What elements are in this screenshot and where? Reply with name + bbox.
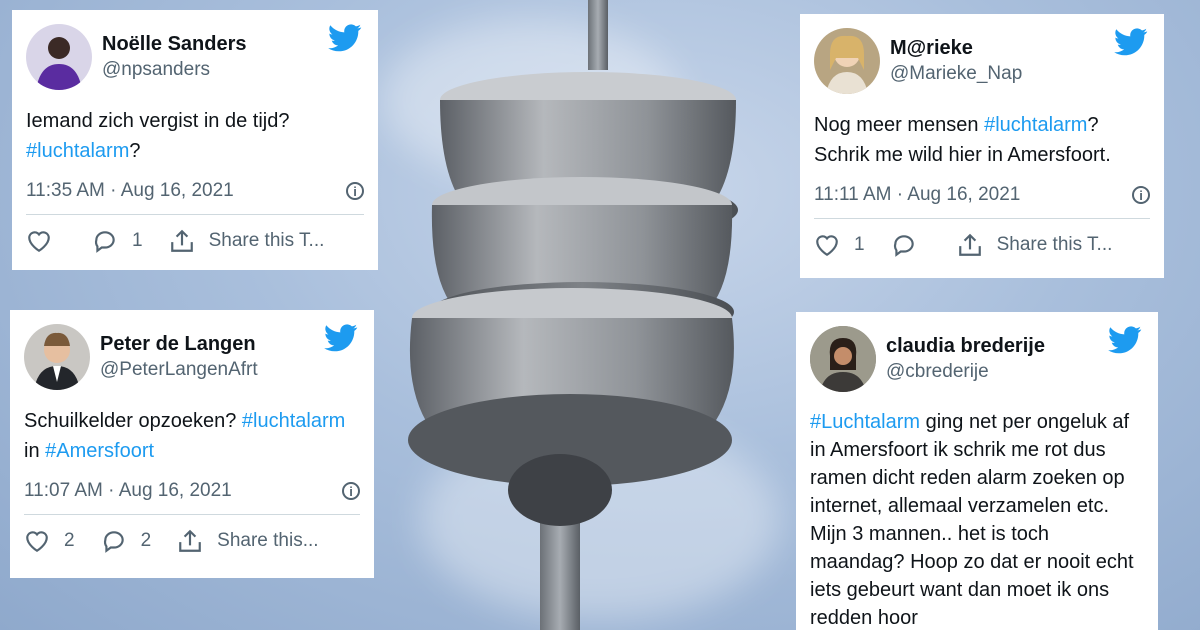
reply-count: 2 (140, 530, 152, 551)
like-button[interactable]: 2 (24, 529, 75, 553)
share-upload-icon (179, 529, 201, 552)
share-upload-icon (958, 233, 981, 256)
info-icon[interactable]: i (342, 482, 360, 500)
avatar[interactable] (810, 326, 876, 392)
author-handle[interactable]: @PeterLangenAfrt (100, 357, 360, 383)
tweet-actions: 2 2 Share this... (24, 529, 360, 553)
author-handle[interactable]: @Marieke_Nap (890, 61, 1150, 87)
like-count: 1 (854, 234, 865, 255)
share-button[interactable]: Share this T... (169, 229, 325, 253)
share-label: Share this... (217, 530, 319, 551)
avatar[interactable] (26, 24, 92, 90)
tweet-meta: 11:35 AM · Aug 16, 2021 i (26, 180, 364, 215)
share-button[interactable]: Share this T... (957, 233, 1113, 257)
twitter-bird-icon[interactable] (324, 324, 358, 352)
tweet-card[interactable]: Peter de Langen @PeterLangenAfrt Schuilk… (10, 310, 374, 578)
heart-icon (816, 235, 838, 257)
tweet-meta: 11:11 AM · Aug 16, 2021 i (814, 184, 1150, 219)
tweet-header: Peter de Langen @PeterLangenAfrt (24, 322, 360, 392)
tweet-text: Nog meer mensen #luchtalarm? Schrik me w… (814, 110, 1150, 170)
tweet-actions: 1 Share this T... (814, 233, 1150, 257)
share-button[interactable]: Share this... (177, 529, 319, 553)
text-segment: ging net per ongeluk af in Amersfoort ik… (810, 411, 1134, 629)
reply-bubble-icon (94, 231, 115, 253)
hashtag-link[interactable]: #luchtalarm (984, 114, 1087, 136)
reply-button[interactable] (891, 233, 931, 257)
like-count: 2 (64, 530, 75, 551)
tweet-text: Schuilkelder opzoeken? #luchtalarm in #A… (24, 406, 360, 466)
tweet-text: #Luchtalarm ging net per ongeluk af in A… (810, 408, 1144, 630)
hashtag-link[interactable]: #luchtalarm (26, 140, 129, 162)
author-handle[interactable]: @cbrederije (886, 359, 1144, 385)
reply-bubble-icon (103, 531, 124, 553)
hashtag-link[interactable]: #luchtalarm (242, 410, 345, 432)
reply-button[interactable]: 2 (101, 529, 152, 553)
text-segment: Nog meer mensen (814, 114, 985, 136)
author-name[interactable]: M@rieke (890, 35, 1150, 61)
reply-bubble-icon (893, 235, 914, 257)
tweet-card[interactable]: Noëlle Sanders @npsanders Iemand zich ve… (12, 10, 378, 270)
like-button[interactable]: 1 (814, 233, 865, 257)
timestamp[interactable]: 11:07 AM · Aug 16, 2021 (24, 480, 232, 502)
share-label: Share this T... (996, 234, 1113, 255)
avatar[interactable] (814, 28, 880, 94)
tweet-text: Iemand zich vergist in de tijd? #luchtal… (26, 106, 364, 166)
hashtag-link[interactable]: #Luchtalarm (810, 411, 920, 433)
author-name[interactable]: claudia brederije (886, 333, 1144, 359)
text-segment: in (24, 440, 46, 462)
text-segment: Schuilkelder opzoeken? (24, 410, 242, 432)
timestamp[interactable]: 11:11 AM · Aug 16, 2021 (814, 184, 1020, 206)
tweet-card[interactable]: claudia brederije @cbrederije #Luchtalar… (796, 312, 1158, 630)
twitter-bird-icon[interactable] (1114, 28, 1148, 56)
heart-icon (28, 231, 50, 253)
tweet-actions: 1 Share this T... (26, 229, 364, 253)
timestamp[interactable]: 11:35 AM · Aug 16, 2021 (26, 180, 234, 202)
hashtag-link[interactable]: #Amersfoort (45, 440, 154, 462)
author-name[interactable]: Noëlle Sanders (102, 31, 364, 57)
share-label: Share this T... (208, 230, 325, 251)
tweet-card[interactable]: M@rieke @Marieke_Nap Nog meer mensen #lu… (800, 14, 1164, 278)
avatar[interactable] (24, 324, 90, 390)
text-segment: Iemand zich vergist in de tijd? (26, 110, 290, 132)
tweet-meta: 11:07 AM · Aug 16, 2021 i (24, 480, 360, 515)
text-segment: ? (129, 140, 141, 162)
twitter-bird-icon[interactable] (1108, 326, 1142, 354)
share-upload-icon (170, 229, 193, 252)
tweet-header: Noëlle Sanders @npsanders (26, 22, 364, 92)
info-icon[interactable]: i (346, 182, 364, 200)
tweet-header: M@rieke @Marieke_Nap (814, 26, 1150, 96)
author-name[interactable]: Peter de Langen (100, 331, 360, 357)
twitter-bird-icon[interactable] (328, 24, 362, 52)
info-icon[interactable]: i (1132, 186, 1150, 204)
reply-count: 1 (132, 230, 143, 251)
tweet-header: claudia brederije @cbrederije (810, 324, 1144, 394)
author-handle[interactable]: @npsanders (102, 57, 364, 83)
reply-button[interactable]: 1 (92, 229, 143, 253)
heart-icon (26, 531, 48, 553)
like-button[interactable] (26, 229, 66, 253)
